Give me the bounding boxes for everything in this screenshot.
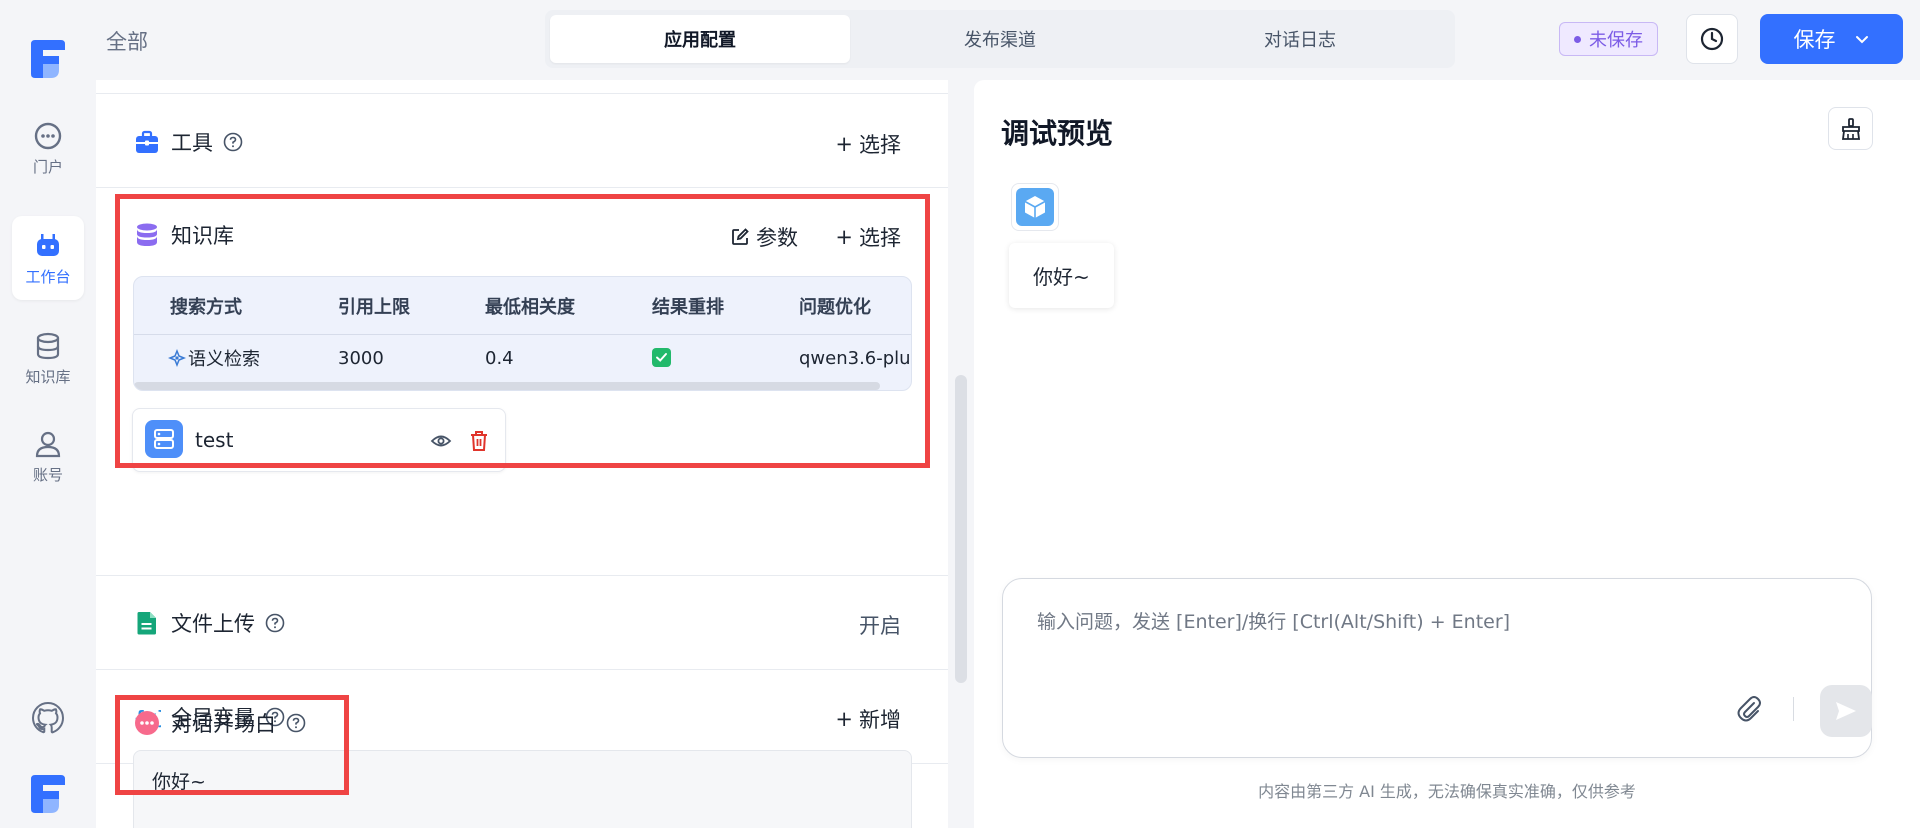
highlight-opener-box [115,695,349,795]
status-dot-icon [1574,35,1581,43]
help-icon[interactable] [265,613,285,633]
chat-input[interactable] [1037,607,1837,667]
help-icon[interactable] [223,132,243,152]
paperclip-icon [1737,696,1761,722]
robot-icon [37,233,59,256]
rail-item-knowledge[interactable]: 知识库 [12,316,84,400]
file-upload-section: 文件上传 开启 [96,576,948,670]
rail-item-account[interactable]: 账号 [12,414,84,498]
unsaved-label: 未保存 [1589,30,1643,51]
top-bar: 全部 应用配置 发布渠道 对话日志 未保存 保存 [96,0,1920,78]
clear-chat-button[interactable] [1828,107,1873,150]
chevron-down-icon [1855,36,1868,44]
tools-select-button[interactable]: + 选择 [835,129,901,159]
preview-panel: 调试预览 你好~ 内容由第三方 AI 生成，无法确保真实准确，仅供参考 [974,80,1920,828]
rail-item-workbench[interactable]: 工作台 [12,216,84,300]
broom-icon [1841,117,1860,140]
send-button[interactable] [1820,685,1872,737]
cube-icon [1016,188,1054,226]
user-icon [35,431,61,457]
section-divider [96,80,948,94]
file-icon [133,609,161,637]
file-upload-header: 文件上传 [133,608,285,638]
tab-app-config[interactable]: 应用配置 [550,15,850,63]
left-rail: 门户 工作台 知识库 账号 [0,0,96,828]
ai-disclaimer: 内容由第三方 AI 生成，无法确保真实准确，仅供参考 [1258,782,1636,801]
tools-select-label: 选择 [859,133,901,157]
rail-label-workbench: 工作台 [25,267,71,286]
plus-icon: + [835,132,853,156]
history-button[interactable] [1686,14,1738,64]
welcome-message: 你好~ [1009,243,1114,308]
bottom-logo [31,775,65,813]
tab-publish-channel[interactable]: 发布渠道 [850,15,1150,63]
rail-item-portal[interactable]: 门户 [12,106,84,190]
app-logo[interactable] [29,36,67,82]
highlight-knowledge-box [115,194,930,468]
tab-bar: 应用配置 发布渠道 对话日志 [545,10,1455,68]
preview-title: 调试预览 [1001,117,1114,150]
plus-icon: + [835,707,853,731]
variables-add-button[interactable]: + 新增 [835,704,901,734]
tools-title: 工具 [171,131,213,155]
breadcrumb-all[interactable]: 全部 [106,26,148,56]
toolbox-icon [133,128,161,156]
input-divider [1793,697,1794,721]
tools-header: 工具 [133,127,243,157]
clock-icon [1700,27,1724,51]
send-icon [1836,702,1856,720]
config-scrollbar-thumb[interactable] [955,375,967,683]
tools-section: 工具 + 选择 [96,94,948,188]
save-label: 保存 [1793,28,1836,52]
attachment-button[interactable] [1731,691,1767,727]
database-icon [36,332,60,359]
rail-label-portal: 门户 [32,157,63,176]
chat-input-box [1002,578,1872,758]
file-upload-title: 文件上传 [171,612,255,636]
file-upload-status[interactable]: 开启 [859,610,901,640]
chat-bubble-icon [34,122,62,149]
bot-avatar [1011,183,1059,231]
rail-label-knowledge: 知识库 [25,367,71,386]
rail-label-account: 账号 [32,465,63,484]
unsaved-badge: 未保存 [1559,22,1658,56]
github-icon[interactable] [30,700,66,736]
variables-add-label: 新增 [859,708,901,732]
tab-chat-logs[interactable]: 对话日志 [1150,15,1450,63]
save-button[interactable]: 保存 [1760,14,1903,64]
